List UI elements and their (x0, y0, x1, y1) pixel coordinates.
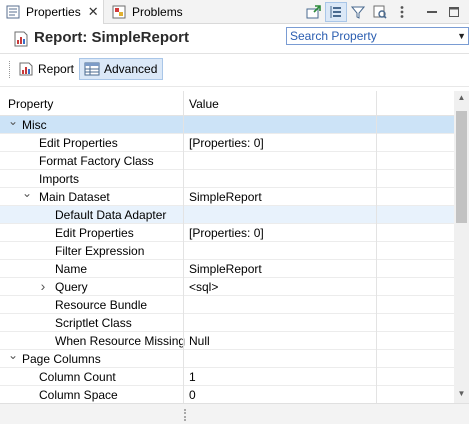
property-value[interactable]: [Properties: 0] (189, 226, 264, 240)
property-name: Edit Properties (55, 226, 134, 240)
mode-toolbar: Report Advanced (0, 56, 469, 82)
property-value[interactable]: Null (189, 334, 210, 348)
property-table: Property Value ⌄ Misc Edit Properties [Prop… (0, 91, 454, 403)
table-row[interactable]: Filter Expression (0, 242, 454, 260)
scrollbar-thumb[interactable] (456, 111, 467, 223)
mode-divider (0, 86, 469, 87)
table-row[interactable]: ⌄ Page Columns (0, 348, 454, 368)
property-name: Resource Bundle (55, 298, 148, 312)
bottom-sash (0, 403, 469, 424)
table-row[interactable]: Imports (0, 170, 454, 188)
tab-properties-label: Properties (26, 5, 81, 19)
property-name: Imports (39, 172, 80, 186)
chevron-down-icon[interactable]: ⌄ (8, 114, 18, 128)
property-value[interactable]: SimpleReport (189, 262, 262, 276)
table-row[interactable]: Name SimpleReport (0, 260, 454, 278)
property-value[interactable]: <sql> (189, 280, 218, 294)
chevron-down-icon[interactable]: ⌄ (22, 186, 32, 200)
view-menu-icon[interactable] (391, 2, 413, 22)
maximize-icon[interactable] (443, 2, 465, 22)
table-row[interactable]: Default Data Adapter (0, 206, 454, 224)
properties-header: Report: SimpleReport ▼ (0, 26, 469, 52)
table-row[interactable]: ⌄ Misc (0, 114, 454, 134)
view-tab-bar: Properties ✕ Problems (0, 0, 469, 24)
toolbar-grip (9, 61, 12, 78)
page-title: Report: SimpleReport (34, 29, 190, 46)
close-icon[interactable]: ✕ (88, 4, 99, 20)
view-toolbar (303, 2, 465, 22)
property-name: Scriptlet Class (55, 316, 132, 330)
header-divider (0, 53, 469, 54)
column-divider[interactable] (376, 91, 377, 403)
tab-problems[interactable]: Problems (106, 0, 186, 24)
advanced-mode-button[interactable]: Advanced (79, 58, 163, 80)
chevron-down-icon[interactable]: ▼ (457, 31, 466, 41)
table-row[interactable]: › Query <sql> (0, 278, 454, 296)
advanced-mode-label: Advanced (104, 62, 158, 76)
table-row[interactable]: Column Count 1 (0, 368, 454, 386)
table-row[interactable]: Column Space 0 (0, 386, 454, 403)
filter-icon[interactable] (347, 2, 369, 22)
vertical-scrollbar[interactable]: ▲ ▼ (454, 91, 469, 403)
report-icon (18, 62, 34, 76)
property-value[interactable]: SimpleReport (189, 190, 262, 204)
property-name: Page Columns (22, 352, 101, 366)
column-header-value[interactable]: Value (189, 97, 219, 111)
column-divider[interactable] (183, 91, 184, 403)
tab-problems-label: Problems (132, 5, 183, 19)
property-name: Query (55, 280, 88, 294)
table-row[interactable]: When Resource Missing Null (0, 332, 454, 350)
categories-icon[interactable] (325, 2, 347, 22)
report-icon (13, 31, 29, 47)
column-header-property[interactable]: Property (8, 97, 53, 111)
search-input[interactable] (287, 28, 447, 44)
table-icon (84, 62, 100, 76)
property-value[interactable]: 1 (189, 370, 196, 384)
table-row[interactable]: Edit Properties [Properties: 0] (0, 224, 454, 242)
property-name: Name (55, 262, 88, 276)
table-row[interactable]: Format Factory Class (0, 152, 454, 170)
property-value[interactable]: 0 (189, 388, 196, 402)
property-name: Default Data Adapter (55, 208, 167, 222)
scroll-down-icon[interactable]: ▼ (454, 389, 469, 401)
problems-icon (112, 5, 126, 19)
property-name: Filter Expression (55, 244, 145, 258)
property-value[interactable]: [Properties: 0] (189, 136, 264, 150)
property-name: Edit Properties (39, 136, 118, 150)
chevron-right-icon[interactable]: › (38, 278, 48, 294)
report-mode-label: Report (38, 62, 75, 76)
property-name: When Resource Missing (55, 334, 186, 348)
table-header: Property Value (0, 91, 454, 116)
table-row[interactable]: ⌄ Main Dataset SimpleReport (0, 186, 454, 206)
advanced-filter-icon[interactable] (369, 2, 391, 22)
report-mode-button[interactable]: Report (14, 58, 78, 80)
properties-icon (6, 5, 20, 19)
minimize-icon[interactable] (421, 2, 443, 22)
property-name: Column Space (39, 388, 118, 402)
resize-handle[interactable] (184, 409, 188, 421)
property-name: Column Count (39, 370, 116, 384)
table-row[interactable]: Resource Bundle (0, 296, 454, 314)
tab-properties[interactable]: Properties ✕ (0, 0, 104, 24)
property-name: Misc (22, 118, 47, 132)
scroll-up-icon[interactable]: ▲ (454, 93, 469, 105)
search-property-combo[interactable]: ▼ (286, 27, 469, 45)
property-name: Main Dataset (39, 190, 110, 204)
new-editor-icon[interactable] (303, 2, 325, 22)
table-row[interactable]: Scriptlet Class (0, 314, 454, 332)
table-row[interactable]: Edit Properties [Properties: 0] (0, 134, 454, 152)
property-name: Format Factory Class (39, 154, 154, 168)
chevron-down-icon[interactable]: ⌄ (8, 348, 18, 362)
